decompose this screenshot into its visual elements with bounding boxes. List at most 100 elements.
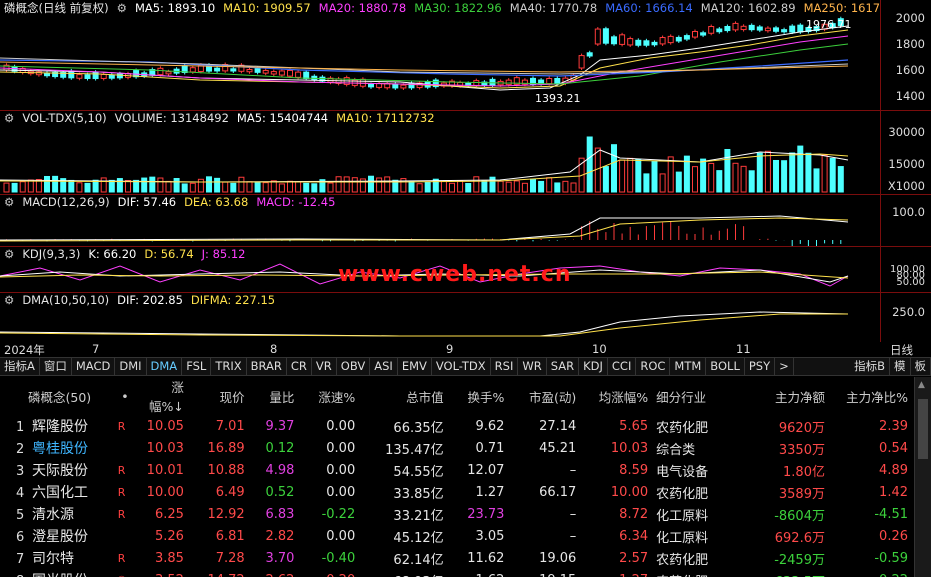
stock-name[interactable]: 澄星股份 [32,529,88,545]
volume-bar [214,177,221,193]
cell-spd: 0.00 [326,418,356,434]
candle [740,25,747,31]
column-header-5[interactable]: 涨速% [298,377,359,415]
column-header-1[interactable]: • [111,377,133,415]
table-row[interactable]: 1 辉隆股份 R 10.05 7.01 9.37 0.00 66.35亿 9.62 27.14 5.… [0,415,912,437]
price-panel[interactable]: 磷概念(日线 前复权) ⚙ MA5: 1893.10 MA10: 1909.57… [0,0,931,110]
stock-name[interactable]: 粤桂股份 [32,441,88,457]
column-header-3[interactable]: 现价 [188,377,249,415]
tab-15[interactable]: WR [518,358,547,375]
column-header-12[interactable]: 主力净比% [829,377,912,415]
tab-7[interactable]: BRAR [247,358,287,375]
volume-bar [756,152,763,193]
tab-17[interactable]: KDJ [579,358,608,375]
tab-12[interactable]: EMV [398,358,432,375]
cell-ind: 农药化肥 [656,486,709,502]
volume-bar [740,165,747,193]
tab-23[interactable]: > [775,358,794,375]
table-row[interactable]: 7 司尔特 R 3.85 7.28 3.70 -0.40 62.14亿 11.62 19.06 2.… [0,547,912,569]
cell-net: 3350万 [778,442,825,458]
volume-bar [821,154,828,193]
dma-chart[interactable] [0,292,880,342]
cell-vr: 9.37 [265,418,295,434]
stock-name[interactable]: 辉隆股份 [32,419,88,435]
cell-cap: 66.35亿 [393,420,444,436]
macd-panel[interactable]: ⚙ MACD(12,26,9) DIF: 57.46 DEA: 63.68 MA… [0,194,931,246]
candle [270,71,277,75]
stock-cell: 7 司尔特 [0,547,111,569]
volume-bar [181,183,188,193]
tab-22[interactable]: PSY [745,358,776,375]
cell-flag: R [117,463,126,477]
tab-19[interactable]: ROC [636,358,671,375]
tab-21[interactable]: BOLL [706,358,745,375]
tab-right-0[interactable]: 指标B [850,358,890,375]
volume-bar [554,182,561,193]
cell-ind: 电气设备 [656,464,709,480]
cell-net: -2459万 [774,552,825,568]
macd-chart[interactable] [0,194,880,246]
table-row[interactable]: 8国光股份①3.5214.722.620.2068.93亿1.6219.151.… [0,569,912,577]
stock-name[interactable]: 清水源 [32,507,74,523]
table-row[interactable]: 5 清水源 R 6.25 12.92 6.83 -0.22 33.21亿 23.73 – 8.72 化… [0,503,912,525]
candle [764,27,771,32]
stock-name[interactable]: 天际股份 [32,463,88,479]
tab-9[interactable]: VR [312,358,337,375]
tab-13[interactable]: VOL-TDX [432,358,491,375]
volume-bar [797,145,804,193]
tab-1[interactable]: 窗口 [40,358,72,375]
cell-turn: 9.62 [475,418,505,434]
indicator-tabs: 指标A 窗口 MACD DMI DMA FSL TRIX BRAR CR VR OBV ASI EMV V… [0,357,931,376]
stock-cell: 8国光股份 [0,569,111,577]
tab-10[interactable]: OBV [337,358,371,375]
tab-14[interactable]: RSI [491,358,519,375]
table-row[interactable]: 4 六国化工 R 10.00 6.49 0.52 0.00 33.85亿 1.27 66.17 10… [0,481,912,503]
cell-pe: 27.14 [539,418,577,434]
column-header-6[interactable]: 总市值 [359,377,447,415]
tab-0[interactable]: 指标A [0,358,40,375]
tab-18[interactable]: CCI [608,358,637,375]
volume-panel[interactable]: ⚙ VOL-TDX(5,10) VOLUME: 13148492 MA5: 15… [0,110,931,194]
watermark: www.cweb.net.cn [338,262,572,287]
table-row[interactable]: 6 澄星股份 5.26 6.81 2.82 0.00 45.12亿 3.05 – 6.34 化工原料… [0,525,912,547]
column-header-10[interactable]: 细分行业 [652,377,751,415]
volume-bar [748,170,755,193]
tab-6[interactable]: TRIX [211,358,247,375]
tab-2[interactable]: MACD [72,358,116,375]
column-header-8[interactable]: 市盈(动) [508,377,580,415]
volume-bar [335,176,342,193]
tab-5[interactable]: FSL [182,358,212,375]
period-selector[interactable]: 日线 [890,342,913,358]
tab-11[interactable]: ASI [370,358,398,375]
tab-right-1[interactable]: 模 [890,358,911,375]
volume-bar [643,173,650,193]
stock-name[interactable]: 国光股份 [32,573,88,577]
column-header-2[interactable]: 涨幅%↓ [133,377,188,415]
stock-name[interactable]: 司尔特 [32,551,74,567]
scroll-up-icon[interactable]: ▲ [918,380,925,390]
tab-20[interactable]: MTM [670,358,707,375]
stock-name[interactable]: 六国化工 [32,485,88,501]
tab-8[interactable]: CR [287,358,312,375]
column-header-9[interactable]: 均涨幅% [580,377,652,415]
cell-ind: 农药化肥 [652,569,751,577]
stock-cell: 4 六国化工 [0,481,111,503]
candle [627,38,634,46]
dma-panel[interactable]: ⚙ DMA(10,50,10) DIF: 202.85 DIFMA: 227.1… [0,292,931,342]
table-row[interactable]: 2 粤桂股份 10.03 16.89 0.12 0.00 135.47亿 0.71 45.21 1… [0,437,912,459]
vertical-scrollbar[interactable]: ▲ [914,377,931,577]
table-row[interactable]: 3 天际股份 R 10.01 10.88 4.98 0.00 54.55亿 12.07 – 8.59… [0,459,912,481]
volume-chart[interactable] [0,110,880,194]
volume-bar [837,166,844,193]
tab-right-2[interactable]: 板 [911,358,931,375]
cell-spd: 0.20 [298,569,359,577]
column-header-4[interactable]: 量比 [249,377,299,415]
column-header-0[interactable]: 磷概念(50) [0,377,111,415]
column-header-7[interactable]: 换手% [448,377,509,415]
tab-3[interactable]: DMI [115,358,147,375]
tab-16[interactable]: SAR [547,358,580,375]
scroll-thumb[interactable] [918,399,928,459]
candlestick-chart[interactable]: 1976.71 1393.21 [0,0,880,110]
tab-4[interactable]: DMA [147,358,183,375]
column-header-11[interactable]: 主力净额 [752,377,829,415]
